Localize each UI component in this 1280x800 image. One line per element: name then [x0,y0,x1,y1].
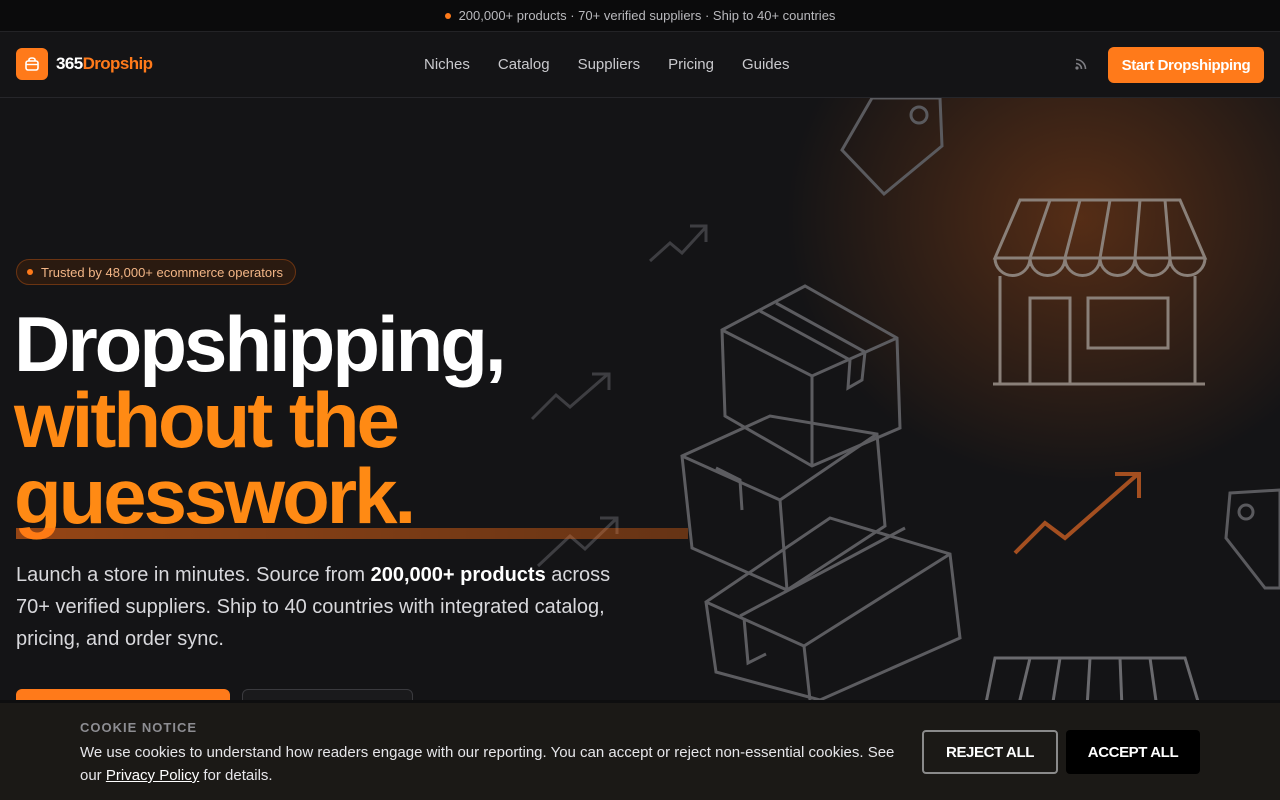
cookie-text: We use cookies to understand how readers… [80,741,910,787]
logo[interactable]: 365Dropship [16,48,153,80]
headline-line-3: guesswork. [14,452,416,540]
nav-item-pricing[interactable]: Pricing [668,56,714,73]
trust-badge-text: Trusted by 48,000+ ecommerce operators [41,264,283,280]
logo-suffix: Dropship [82,54,153,73]
hero-lead: Launch a store in minutes. Source from 2… [16,559,616,655]
price-tag-icon [840,98,944,197]
lead-text-1: Launch a store in minutes. Source from [16,564,371,586]
trend-arrow-icon [530,224,708,568]
reject-all-button[interactable]: REJECT ALL [922,730,1058,774]
lead-highlight: 200,000+ products [370,564,546,586]
privacy-policy-link[interactable]: Privacy Policy [106,767,199,784]
logo-wordmark: 365Dropship [56,54,153,74]
logo-prefix: 365 [56,54,83,73]
hero-headline: Dropshipping, without the guesswork. [14,300,507,540]
shipping-box-icon [680,414,887,592]
price-tag-icon [1224,488,1280,590]
shop-bag-icon [16,48,48,80]
nav-menu: Niches Catalog Suppliers Pricing Guides [424,56,790,73]
hero-section: Trusted by 48,000+ ecommerce operators D… [0,98,1280,800]
accept-all-button[interactable]: ACCEPT ALL [1066,730,1200,774]
start-dropshipping-button[interactable]: Start Dropshipping [1108,47,1264,83]
badge-dot [27,269,33,275]
announcement-bar: 200,000+ products · 70+ verified supplie… [0,0,1280,32]
shipping-box-icon [704,516,962,702]
cookie-text-2: for details. [199,767,273,784]
announcement-dot [444,12,451,19]
announcement-text: 200,000+ products · 70+ verified supplie… [458,8,836,23]
nav-item-guides[interactable]: Guides [742,56,790,73]
shipping-box-icon [720,284,902,468]
nav-item-suppliers[interactable]: Suppliers [578,56,641,73]
storefront-icon [992,198,1208,386]
cookie-banner: COOKIE NOTICE We use cookies to understa… [0,700,1280,800]
main-nav: 365Dropship Niches Catalog Suppliers Pri… [0,32,1280,98]
headline-underline [16,528,688,539]
headline-line-1: Dropshipping, [14,300,507,388]
nav-item-catalog[interactable]: Catalog [498,56,550,73]
rss-icon[interactable] [1074,57,1088,76]
nav-item-niches[interactable]: Niches [424,56,470,73]
trend-arrow-icon [1013,472,1141,555]
headline-line-2: without the [14,376,400,464]
trust-badge: Trusted by 48,000+ ecommerce operators [16,259,296,285]
cookie-title: COOKIE NOTICE [80,720,198,735]
